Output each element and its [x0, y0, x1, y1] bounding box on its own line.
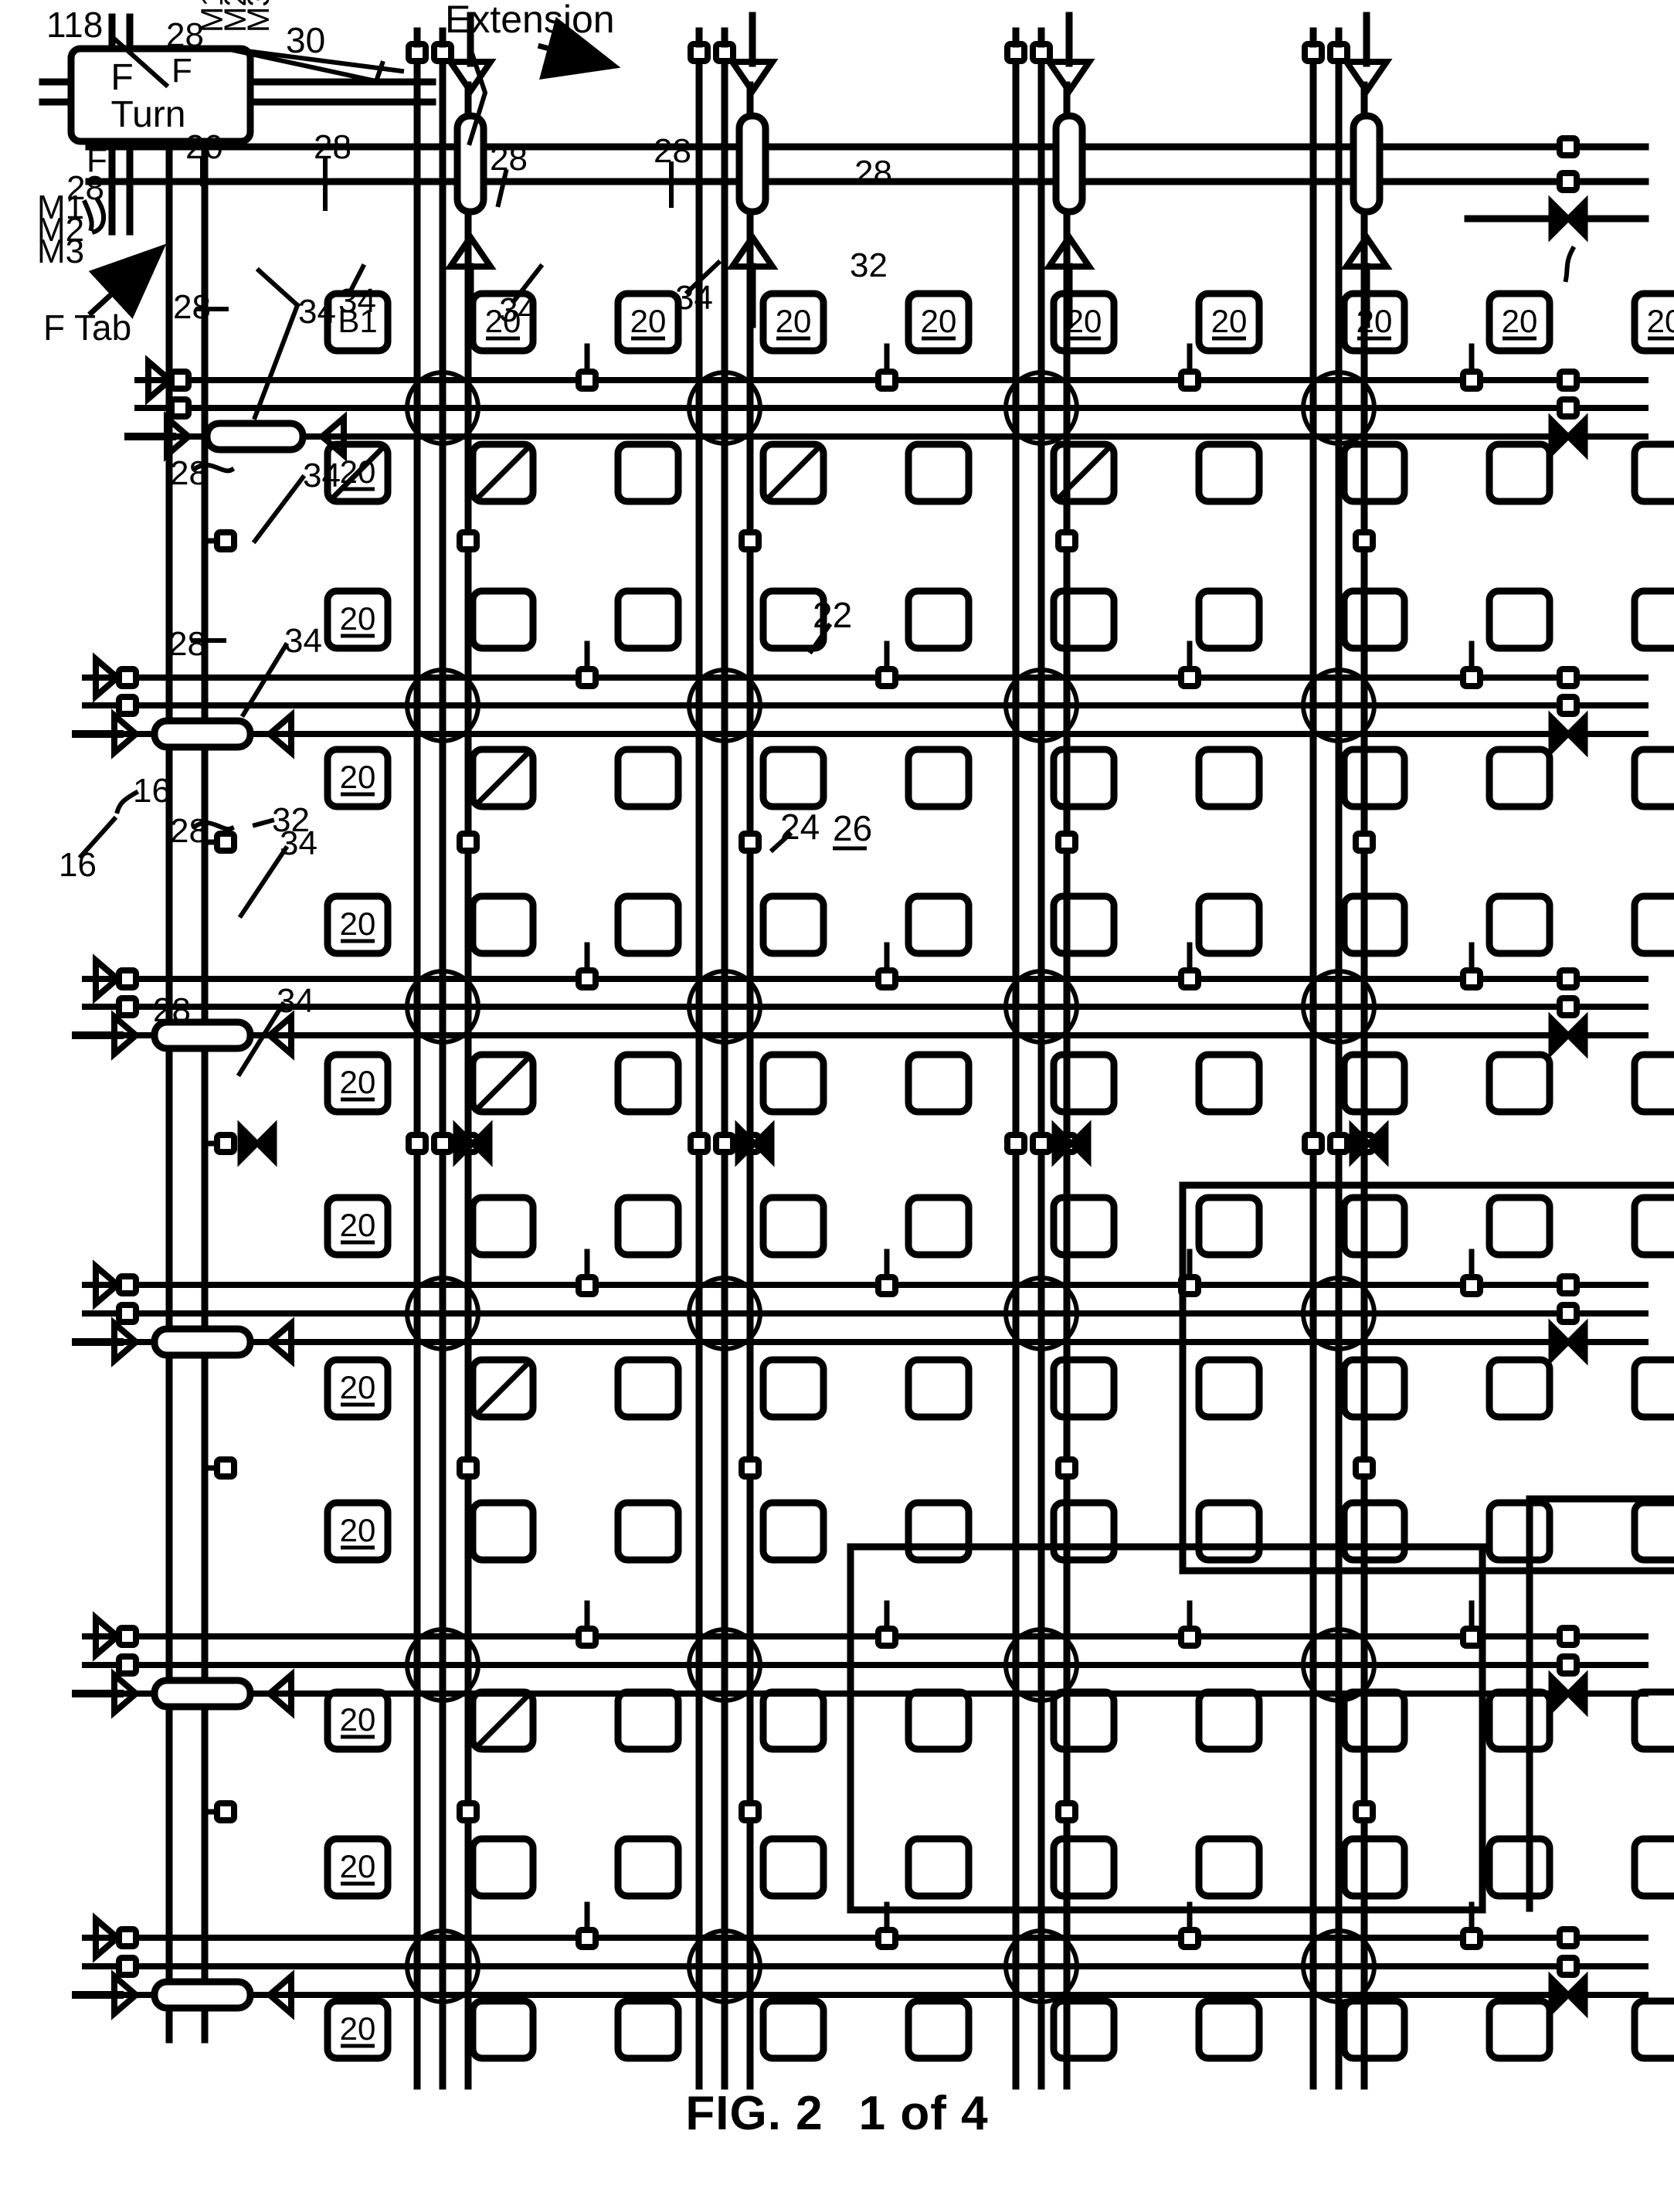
- column-node: [742, 834, 759, 851]
- bus-node: [579, 372, 596, 389]
- bus-node: [1463, 669, 1480, 686]
- bus-node: [579, 1277, 596, 1294]
- bus-node: [878, 970, 895, 987]
- bus-node: [1463, 1629, 1480, 1646]
- cell-label: 20: [340, 1207, 376, 1243]
- ref-28-c2: 28: [490, 140, 528, 178]
- column-node: [742, 1459, 759, 1476]
- bus-node: [878, 1930, 895, 1947]
- cell-label: 20: [340, 1848, 376, 1884]
- bus-node: [1181, 970, 1198, 987]
- cell-label: 20: [776, 303, 812, 339]
- cell-label: 20: [1066, 303, 1102, 339]
- cell-label: 20: [485, 303, 521, 339]
- f-turn-label-line1: F: [110, 57, 133, 98]
- bus-node: [579, 669, 596, 686]
- cell-label: 20: [340, 600, 376, 637]
- ref-22: 22: [813, 595, 852, 635]
- column-node: [460, 834, 477, 851]
- cell-label: 20: [340, 1701, 376, 1738]
- ref-34-f: 34: [284, 622, 322, 660]
- ref-28-c3: 28: [654, 132, 691, 170]
- cell-label: 20: [340, 759, 376, 795]
- bus-node: [579, 1629, 596, 1646]
- column-node: [1356, 1803, 1373, 1820]
- f-turn-label-line2: Turn: [111, 94, 186, 135]
- figure-caption-fig: FIG. 2: [685, 2087, 823, 2140]
- cell-label: 20: [630, 303, 667, 339]
- ref-16-a: 16: [133, 772, 171, 810]
- ref-30: 30: [286, 20, 325, 60]
- ref-28-r5: 28: [170, 812, 208, 850]
- ref-28-c1: 28: [314, 128, 351, 166]
- bus-node: [1181, 372, 1198, 389]
- f-turn-port-right: F: [171, 52, 192, 90]
- figure-caption-sheet: 1 of 4: [858, 2087, 989, 2140]
- bus-node: [1181, 1930, 1198, 1947]
- ref-24: 24: [780, 807, 820, 847]
- figure-caption: FIG. 2 1 of 4: [0, 2086, 1674, 2141]
- ref-16-b: 16: [59, 846, 97, 884]
- ref-34-g: 34: [280, 824, 317, 862]
- column-node: [460, 1803, 477, 1820]
- bus-node: [579, 1930, 596, 1947]
- figure-2-schematic: 118 28 30 M1 M2 M3 Extension F Turn F F …: [0, 0, 1674, 2212]
- ref-32-right: 32: [850, 246, 888, 284]
- column-node: [1356, 532, 1373, 549]
- cell-label: 20: [340, 454, 376, 490]
- cell-label: 20: [921, 303, 957, 339]
- ref-28-right: 28: [854, 154, 892, 192]
- column-node: [1058, 834, 1075, 851]
- ref-20-first: 20: [185, 128, 223, 166]
- bus-node: [1181, 1629, 1198, 1646]
- extension-label: Extension: [445, 0, 615, 41]
- bus-node: [1181, 669, 1198, 686]
- cell-label: 20: [340, 1512, 376, 1548]
- cell-label: 20: [340, 1064, 376, 1100]
- top-bus-label-m3: M3: [242, 0, 276, 32]
- ref-26: 26: [833, 808, 872, 848]
- f-tab-label: F Tab: [43, 308, 131, 348]
- bus-node: [1463, 970, 1480, 987]
- bus-node: [1463, 1277, 1480, 1294]
- cell-label: 20: [1357, 303, 1393, 339]
- ref-28-r4: 28: [168, 625, 206, 663]
- column-node: [742, 532, 759, 549]
- column-node: [742, 1803, 759, 1820]
- patent-figure-page: 118 28 30 M1 M2 M3 Extension F Turn F F …: [0, 0, 1674, 2212]
- left-bus-label-m3: M3: [37, 233, 84, 270]
- ref-34-a: 34: [298, 293, 336, 331]
- column-node: [1356, 1459, 1373, 1476]
- bus-node: [878, 372, 895, 389]
- ref-34-e: 34: [303, 457, 341, 494]
- ref-34-h: 34: [277, 982, 314, 1020]
- column-node: [1058, 1459, 1075, 1476]
- ref-28-r3: 28: [170, 454, 208, 492]
- cell-label: 20: [340, 2010, 376, 2047]
- bus-node: [878, 1629, 895, 1646]
- cell-label: B1: [338, 303, 377, 339]
- cell-label: 20: [1211, 303, 1248, 339]
- column-node: [460, 532, 477, 549]
- ref-28-r2: 28: [173, 288, 211, 326]
- column-node: [1058, 1803, 1075, 1820]
- column-node: [1356, 834, 1373, 851]
- column-node: [460, 1459, 477, 1476]
- cell-label: 20: [340, 1369, 376, 1405]
- bus-node: [878, 1277, 895, 1294]
- cell-label: 20: [1502, 303, 1538, 339]
- ref-28-r6: 28: [153, 991, 191, 1029]
- ref-118: 118: [46, 5, 103, 45]
- bus-node: [1463, 1930, 1480, 1947]
- bus-node: [1463, 372, 1480, 389]
- bus-node: [579, 970, 596, 987]
- column-node: [1058, 532, 1075, 549]
- ref-34-d: 34: [675, 279, 713, 317]
- cell-label: 20: [340, 906, 376, 942]
- bus-node: [878, 669, 895, 686]
- cell-label: 20: [1647, 303, 1674, 339]
